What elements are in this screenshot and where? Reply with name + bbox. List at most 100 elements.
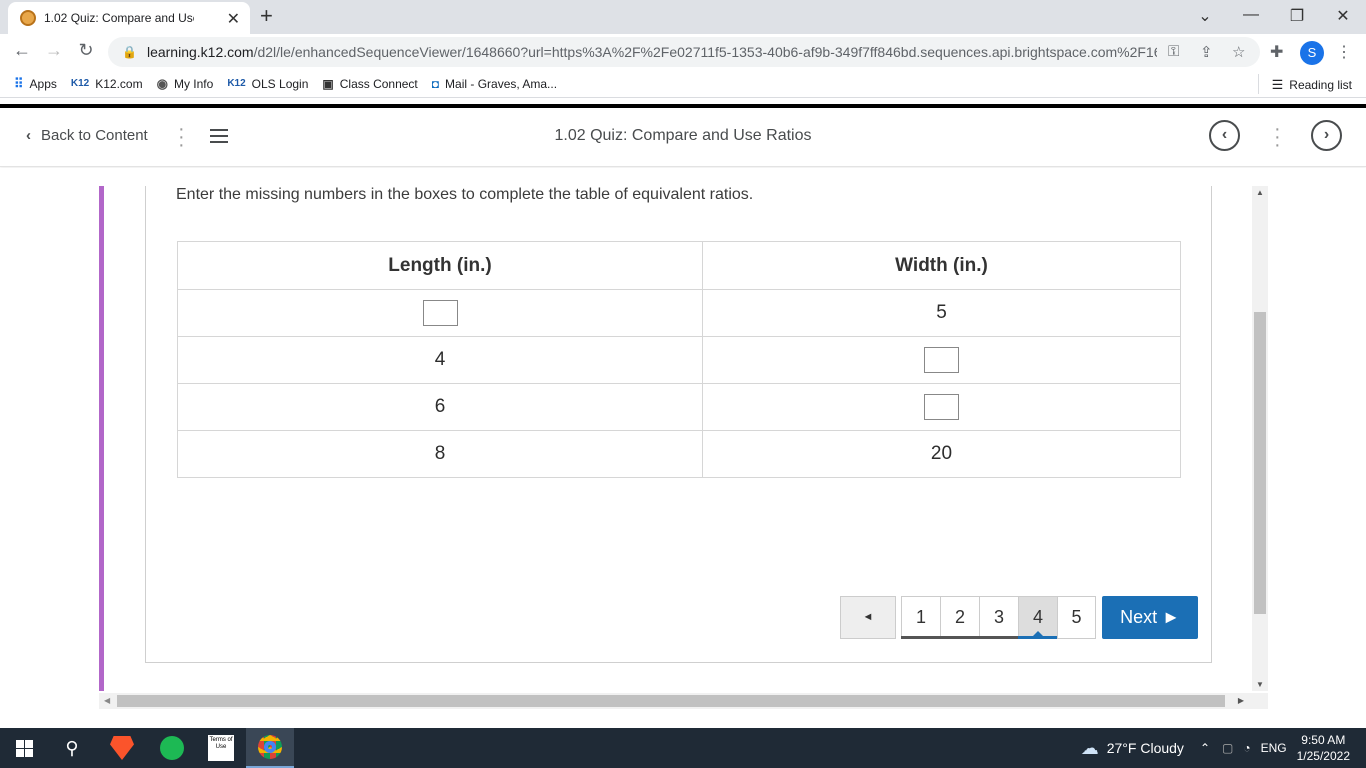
- language-indicator[interactable]: ENG: [1261, 741, 1287, 755]
- vertical-scroll-thumb[interactable]: [1254, 312, 1266, 614]
- reload-icon[interactable]: ↻: [74, 40, 98, 61]
- browser-toolbar: ← → ↻ 🔒 learning.k12.com/d2l/le/enhanced…: [0, 34, 1366, 70]
- width-cell: 20: [702, 430, 1181, 478]
- previous-topic-button[interactable]: ‹: [1209, 120, 1240, 151]
- length-cell: 8: [177, 430, 703, 478]
- share-icon[interactable]: ⇪: [1200, 43, 1213, 61]
- wifi-icon[interactable]: ◔: [1243, 741, 1250, 755]
- scroll-down-arrow-icon[interactable]: ▼: [1256, 680, 1264, 689]
- scroll-left-arrow-icon[interactable]: ◀: [104, 696, 110, 705]
- content-area: Enter the missing numbers in the boxes t…: [0, 168, 1366, 728]
- brave-browser-icon[interactable]: [98, 728, 146, 768]
- horizontal-scroll-thumb[interactable]: [117, 695, 1225, 707]
- chevron-up-icon[interactable]: ⌃: [1200, 741, 1210, 755]
- apps-grid-icon: ⠿: [14, 75, 24, 91]
- question-pagination: ◄ 1 2 3 4 5 Next ►: [840, 596, 1198, 639]
- width-cell: 5: [702, 289, 1181, 337]
- time-text: 9:50 AM: [1301, 733, 1346, 747]
- brightspace-favicon-icon: [20, 10, 36, 26]
- table-row: 5: [177, 289, 1181, 337]
- bookmark-my-info[interactable]: ◉ My Info: [157, 76, 214, 92]
- scroll-up-arrow-icon[interactable]: ▲: [1256, 188, 1264, 197]
- system-tray: ☁ 27°F Cloudy ⌃ ▢ ◔ ENG 9:50 AM 1/25/202…: [1081, 728, 1366, 768]
- terms-of-use-app[interactable]: Terms of Use: [197, 728, 245, 768]
- globe-icon: ◉: [156, 75, 168, 91]
- start-button[interactable]: [0, 728, 48, 768]
- close-tab-icon[interactable]: ✕: [227, 9, 240, 29]
- tab-search-chevron-icon[interactable]: ⌄: [1195, 6, 1215, 26]
- close-window-icon[interactable]: ✕: [1333, 6, 1353, 26]
- width-cell: [702, 336, 1181, 384]
- page-button-2[interactable]: 2: [940, 596, 980, 639]
- horizontal-scrollbar[interactable]: ◀ ▶: [99, 693, 1268, 709]
- bookmark-apps[interactable]: ⠿ Apps: [14, 76, 57, 92]
- page-button-1[interactable]: 1: [901, 596, 941, 639]
- video-icon: ▣: [322, 76, 334, 91]
- length-cell: [177, 289, 703, 337]
- app-header: ‹ Back to Content · · · 1.02 Quiz: Compare…: [0, 108, 1366, 167]
- display-icon[interactable]: ▢: [1222, 741, 1233, 755]
- question-instructions: Enter the missing numbers in the boxes t…: [176, 186, 754, 203]
- length-cell: 6: [177, 383, 703, 431]
- vertical-scrollbar[interactable]: ▲ ▼: [1252, 186, 1268, 691]
- windows-taskbar: ⚲ Terms of Use ☁ 27°F Cloudy ⌃ ▢ ◔ ENG 9…: [0, 728, 1366, 768]
- tab-strip: 1.02 Quiz: Compare and Use Rati ✕ + ⌄ — …: [0, 0, 1366, 34]
- next-topic-button[interactable]: ›: [1311, 120, 1342, 151]
- browser-tab[interactable]: 1.02 Quiz: Compare and Use Rati ✕: [8, 2, 250, 34]
- page-button-3[interactable]: 3: [979, 596, 1019, 639]
- key-icon[interactable]: ⚿: [1168, 43, 1179, 60]
- next-question-button[interactable]: Next ►: [1102, 596, 1198, 639]
- table-row: 6: [177, 383, 1181, 431]
- weather-text[interactable]: 27°F Cloudy: [1107, 740, 1184, 756]
- reading-list-icon: ☰: [1271, 77, 1284, 92]
- back-arrow-icon[interactable]: ←: [10, 40, 34, 61]
- page-button-4[interactable]: 4: [1018, 596, 1058, 639]
- reading-list-button[interactable]: ☰ Reading list: [1257, 74, 1352, 94]
- width-cell: [702, 383, 1181, 431]
- browser-menu-icon[interactable]: ⋮: [1336, 42, 1352, 62]
- profile-avatar[interactable]: S: [1300, 41, 1324, 65]
- spotify-icon[interactable]: [148, 728, 196, 768]
- cloud-weather-icon[interactable]: ☁: [1081, 738, 1099, 759]
- current-page-caret-icon: [1033, 631, 1043, 636]
- answer-input-width-3[interactable]: [924, 394, 959, 420]
- page-title: 1.02 Quiz: Compare and Use Ratios: [554, 127, 812, 144]
- terms-of-use-icon: Terms of Use: [208, 735, 234, 761]
- restore-icon[interactable]: ❐: [1287, 6, 1307, 26]
- question-card: Enter the missing numbers in the boxes t…: [145, 186, 1212, 663]
- new-tab-icon[interactable]: +: [260, 5, 273, 27]
- accent-bar: [99, 186, 104, 691]
- bookmark-star-icon[interactable]: ☆: [1232, 43, 1245, 61]
- k12-icon: K12: [227, 78, 246, 89]
- scroll-right-arrow-icon[interactable]: ▶: [1238, 696, 1244, 705]
- minimize-icon[interactable]: —: [1241, 6, 1261, 24]
- ratio-table: Length (in.) Width (in.) 5 4 6 8 20: [177, 241, 1181, 478]
- divider: [1257, 74, 1259, 94]
- search-icon[interactable]: ⚲: [48, 728, 96, 768]
- table-row: 4: [177, 336, 1181, 384]
- tab-title: 1.02 Quiz: Compare and Use Rati: [44, 11, 194, 25]
- answer-input-width-2[interactable]: [924, 347, 959, 373]
- url-text: learning.k12.com/d2l/le/enhancedSequence…: [146, 44, 1157, 60]
- outlook-icon: ◘: [431, 76, 440, 91]
- bookmark-mail[interactable]: ◘ Mail - Graves, Ama...: [432, 77, 557, 91]
- bookmark-class-connect[interactable]: ▣ Class Connect: [322, 77, 417, 91]
- page-button-5[interactable]: 5: [1057, 596, 1096, 639]
- forward-arrow-icon[interactable]: →: [42, 40, 66, 61]
- vertical-dots-divider: · · ·: [1274, 118, 1281, 156]
- clock[interactable]: 9:50 AM 1/25/2022: [1297, 732, 1350, 764]
- k12-icon: K12: [70, 78, 90, 89]
- date-text: 1/25/2022: [1296, 749, 1350, 763]
- table-row: 8 20: [177, 430, 1181, 478]
- chrome-icon[interactable]: [246, 728, 294, 768]
- previous-question-button[interactable]: ◄: [840, 596, 896, 639]
- bookmark-k12[interactable]: K12 K12.com: [71, 77, 143, 91]
- table-header-row: Length (in.) Width (in.): [177, 241, 1181, 290]
- address-bar[interactable]: 🔒 learning.k12.com/d2l/le/enhancedSequen…: [108, 37, 1260, 67]
- extensions-puzzle-icon[interactable]: ✚: [1270, 42, 1283, 62]
- lock-icon: 🔒: [122, 45, 137, 59]
- bookmark-ols-login[interactable]: K12 OLS Login: [227, 77, 308, 91]
- column-header-length: Length (in.): [177, 241, 703, 290]
- answer-input-length-1[interactable]: [422, 300, 458, 326]
- bookmarks-bar: ⠿ Apps K12 K12.com ◉ My Info K12 OLS Log…: [0, 70, 1366, 98]
